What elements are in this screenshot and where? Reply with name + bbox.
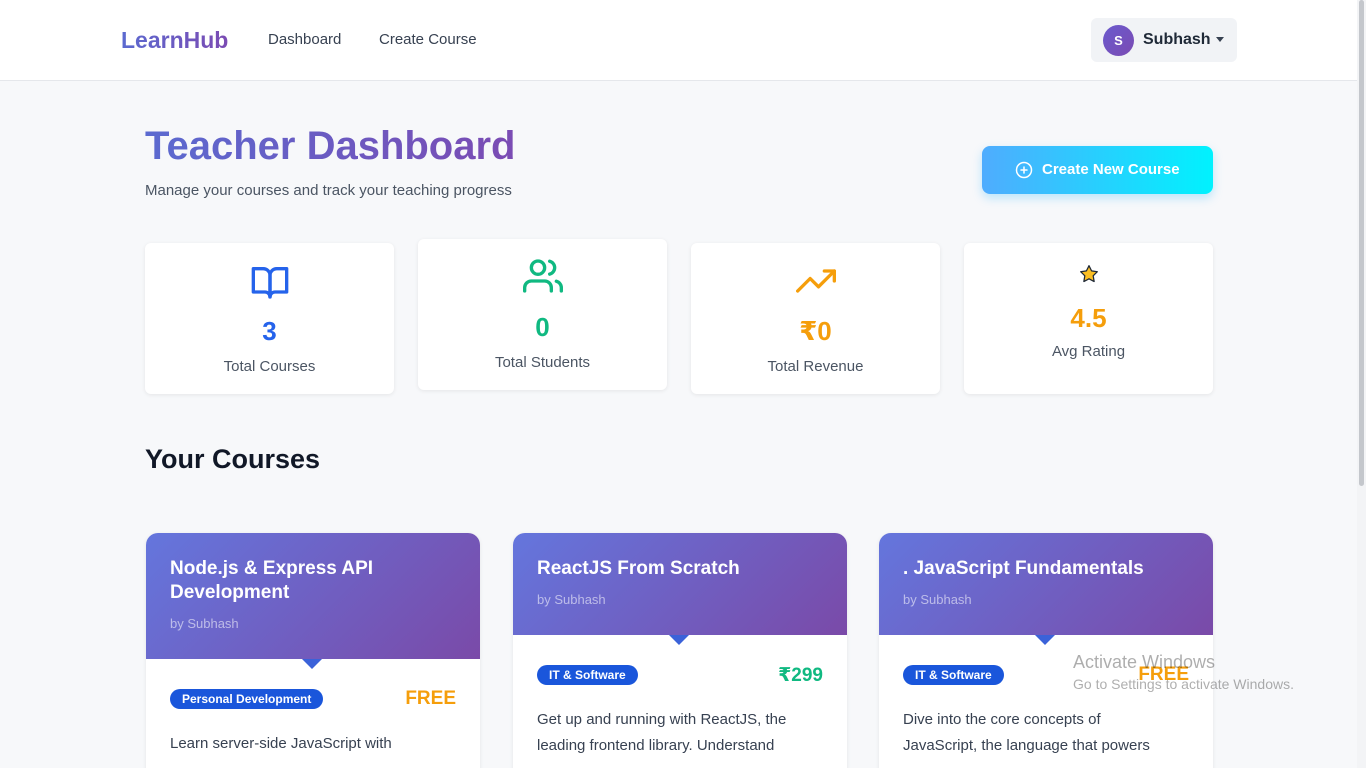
course-card-header: . JavaScript Fundamentals by Subhash [879,533,1213,635]
course-author: by Subhash [903,592,972,607]
category-badge: IT & Software [537,665,638,685]
chevron-down-icon [1216,37,1224,42]
page-title: Teacher Dashboard [145,124,516,168]
top-navbar: LearnHub Dashboard Create Course S Subha… [0,0,1357,81]
category-badge: IT & Software [903,665,1004,685]
create-new-course-label: Create New Course [1042,161,1180,178]
course-card-pointer [302,659,322,669]
course-description: Dive into the core concepts of JavaScrip… [903,707,1193,759]
stat-label-total-students: Total Students [494,354,591,371]
course-card-pointer [669,635,689,645]
plus-circle-icon [1015,161,1033,179]
windows-activation-watermark: Activate Windows Go to Settings to activ… [1073,652,1294,692]
user-name: Subhash [1143,31,1211,48]
nav-link-create-course[interactable]: Create Course [379,31,477,48]
stat-value-avg-rating: 4.5 [1070,303,1107,333]
stat-label-total-revenue: Total Revenue [767,358,864,375]
course-author: by Subhash [170,616,239,631]
stat-label-total-courses: Total Courses [223,358,316,375]
book-open-icon [251,267,288,299]
course-price: FREE [405,688,456,709]
trending-up-icon [795,269,836,293]
course-description-line: Dive into the core concepts of [903,711,1101,728]
course-card[interactable]: Node.js & Express API Development by Sub… [146,533,480,768]
course-description-line: Get up and running with ReactJS, the [537,711,787,728]
watermark-subtitle: Go to Settings to activate Windows. [1073,676,1294,692]
course-card-header: Node.js & Express API Development by Sub… [146,533,480,659]
course-title[interactable]: ReactJS From Scratch [537,557,827,581]
stat-card-avg-rating: 4.5 Avg Rating [964,243,1213,394]
stat-card-total-students: 0 Total Students [418,239,667,390]
stat-value-total-students: 0 [535,312,550,342]
avatar: S [1103,25,1134,56]
course-description-line: leading frontend library. Understand [537,737,775,754]
course-description: Get up and running with ReactJS, the lea… [537,707,827,759]
course-price: ₹299 [778,665,823,686]
watermark-title: Activate Windows [1073,652,1216,672]
section-title-your-courses: Your Courses [145,444,321,474]
course-description-line: Learn server-side JavaScript with [170,735,392,752]
users-icon [522,259,563,293]
user-menu-button[interactable]: S Subhash [1091,18,1237,62]
vertical-scrollbar[interactable] [1357,0,1366,768]
course-description: Learn server-side JavaScript with [170,731,460,757]
course-author: by Subhash [537,592,606,607]
course-card[interactable]: . JavaScript Fundamentals by Subhash IT … [879,533,1213,768]
stat-card-total-revenue: ₹0 Total Revenue [691,243,940,394]
create-new-course-button[interactable]: Create New Course [982,146,1213,194]
nav-link-dashboard[interactable]: Dashboard [268,31,341,48]
category-badge: Personal Development [170,689,324,709]
stat-label-avg-rating: Avg Rating [1051,343,1126,360]
course-title[interactable]: . JavaScript Fundamentals [903,557,1193,581]
page-subtitle: Manage your courses and track your teach… [145,182,512,199]
course-card-header: ReactJS From Scratch by Subhash [513,533,847,635]
stat-value-total-courses: 3 [262,316,277,346]
stat-card-total-courses: 3 Total Courses [145,243,394,394]
course-card-pointer [1035,635,1055,645]
course-card[interactable]: ReactJS From Scratch by Subhash IT & Sof… [513,533,847,768]
stat-value-total-revenue: ₹0 [799,316,832,346]
course-title[interactable]: Node.js & Express API Development [170,557,460,605]
course-description-line: JavaScript, the language that powers [903,737,1150,754]
scrollbar-thumb[interactable] [1359,0,1364,486]
brand-logo[interactable]: LearnHub [121,27,228,54]
star-icon [1079,265,1098,283]
